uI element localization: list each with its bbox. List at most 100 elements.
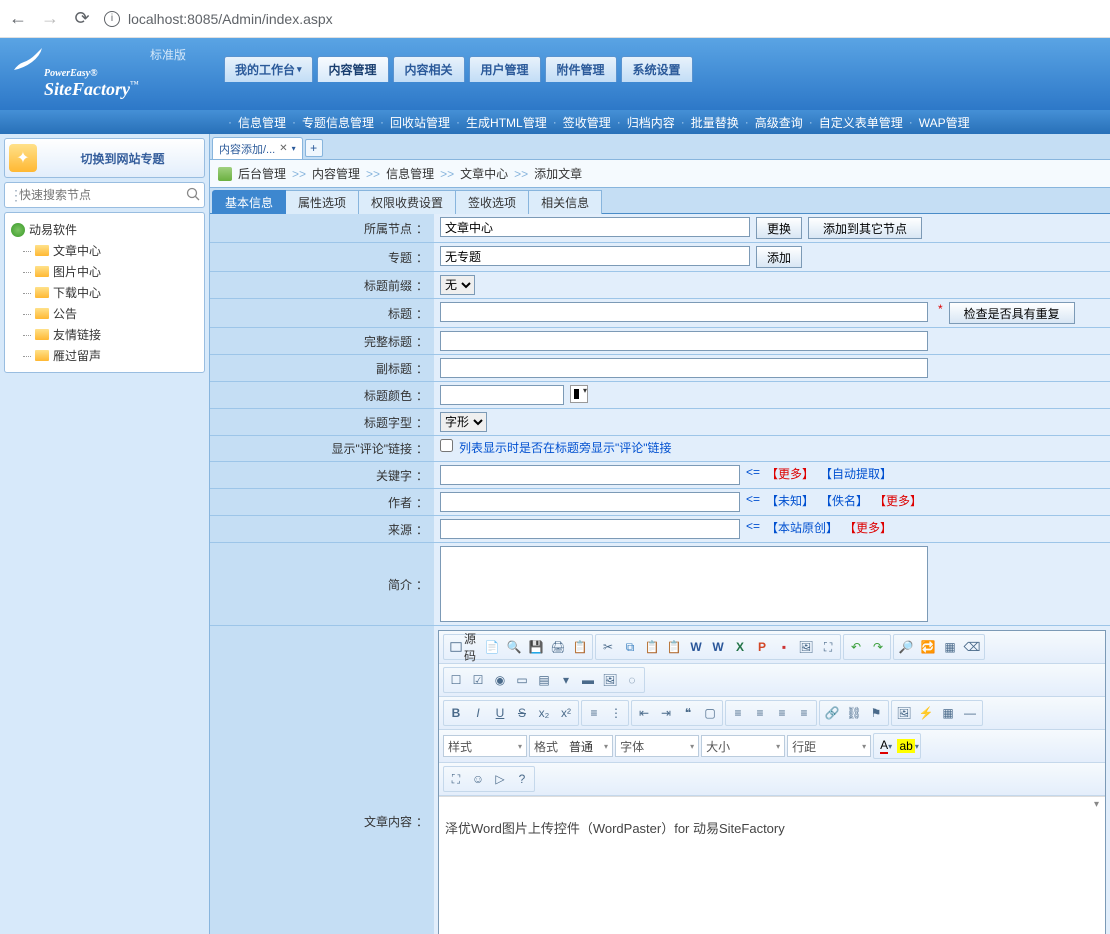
tree-item-download[interactable]: 下载中心	[19, 282, 198, 303]
editor-text-color-icon[interactable]: A▾	[875, 735, 897, 757]
subnav-info-manage[interactable]: 信息管理	[238, 114, 286, 131]
editor-lineheight-select[interactable]: 行距▾	[787, 735, 871, 757]
editor-paste-text-icon[interactable]: 📋	[663, 636, 685, 658]
subnav-special-manage[interactable]: 专题信息管理	[302, 114, 374, 131]
editor-about-icon[interactable]: ?	[511, 768, 533, 790]
title-prefix-select[interactable]: 无	[440, 275, 475, 295]
editor-expand-handle[interactable]: ▾	[439, 796, 1105, 812]
editor-form-icon[interactable]: ☐	[445, 669, 467, 691]
tree-item-image[interactable]: 图片中心	[19, 261, 198, 282]
sub-title-input[interactable]	[440, 358, 928, 378]
tab-content-manage[interactable]: 内容管理	[317, 56, 389, 82]
show-comment-checkbox[interactable]	[440, 439, 453, 452]
subnav-custom-form[interactable]: 自定义表单管理	[819, 114, 903, 131]
editor-align-justify-icon[interactable]: ≡	[793, 702, 815, 724]
editor-copy-icon[interactable]: ⧉	[619, 636, 641, 658]
editor-underline-icon[interactable]: U	[489, 702, 511, 724]
editor-ppt-icon[interactable]: P	[751, 636, 773, 658]
editor-clear-icon[interactable]: ⌫	[961, 636, 983, 658]
editor-align-right-icon[interactable]: ≡	[771, 702, 793, 724]
subnav-html-gen[interactable]: 生成HTML管理	[466, 114, 547, 131]
editor-checkbox-icon[interactable]: ☑	[467, 669, 489, 691]
forward-button[interactable]: →	[40, 9, 60, 29]
reload-button[interactable]: ⟳	[72, 9, 92, 29]
editor-word-icon[interactable]: W	[707, 636, 729, 658]
editor-media-icon[interactable]: ▷	[489, 768, 511, 790]
node-input[interactable]	[440, 217, 750, 237]
editor-imagebtn-icon[interactable]: 🖼	[599, 669, 621, 691]
editor-font-select[interactable]: 字体▾	[615, 735, 699, 757]
editor-preview-icon[interactable]: 🔍	[503, 636, 525, 658]
editor-ul-icon[interactable]: ⋮	[605, 702, 627, 724]
bc-item[interactable]: 信息管理	[386, 165, 434, 182]
editor-save-icon[interactable]: 💾	[525, 636, 547, 658]
author-anon-link[interactable]: 【佚名】	[820, 492, 868, 509]
author-more-link[interactable]: 【更多】	[874, 492, 922, 509]
editor-size-select[interactable]: 大小▾	[701, 735, 785, 757]
add-to-other-node-button[interactable]: 添加到其它节点	[808, 217, 922, 239]
color-picker-button[interactable]: ▾	[570, 385, 588, 403]
address-bar[interactable]: i localhost:8085/Admin/index.aspx	[104, 11, 1102, 27]
editor-button-icon[interactable]: ▬	[577, 669, 599, 691]
subnav-archive[interactable]: 归档内容	[627, 114, 675, 131]
editor-format-select[interactable]: 格式普通▾	[529, 735, 613, 757]
editor-source-button[interactable]: 源码	[445, 636, 481, 658]
back-button[interactable]: ←	[8, 9, 28, 29]
add-tab-button[interactable]: +	[305, 139, 323, 157]
editor-paste-word-icon[interactable]: W	[685, 636, 707, 658]
editor-bold-icon[interactable]: B	[445, 702, 467, 724]
bc-item[interactable]: 内容管理	[312, 165, 360, 182]
editor-link-icon[interactable]: 🔗	[821, 702, 843, 724]
editor-strike-icon[interactable]: S	[511, 702, 533, 724]
close-tab-icon[interactable]: ✕	[279, 143, 287, 154]
tree-item-article[interactable]: 文章中心	[19, 240, 198, 261]
form-tab-basic[interactable]: 基本信息	[212, 190, 286, 214]
source-more-link[interactable]: 【更多】	[844, 519, 892, 536]
editor-anchor-icon[interactable]: ⚑	[865, 702, 887, 724]
tab-user-manage[interactable]: 用户管理	[469, 56, 541, 82]
editor-cut-icon[interactable]: ✂	[597, 636, 619, 658]
bc-item[interactable]: 文章中心	[460, 165, 508, 182]
editor-image-icon[interactable]: 🖼	[893, 702, 915, 724]
full-title-input[interactable]	[440, 331, 928, 351]
subnav-wap[interactable]: WAP管理	[919, 114, 970, 131]
tab-workspace[interactable]: 我的工作台▾	[224, 56, 313, 82]
check-duplicate-button[interactable]: 检查是否具有重复	[949, 302, 1075, 324]
tree-item-links[interactable]: 友情链接	[19, 324, 198, 345]
editor-radio-icon[interactable]: ◉	[489, 669, 511, 691]
tab-content-related[interactable]: 内容相关	[393, 56, 465, 82]
tree-item-guestbook[interactable]: 雁过留声	[19, 345, 198, 366]
editor-indent-icon[interactable]: ⇥	[655, 702, 677, 724]
editor-net-image-icon[interactable]: 🖼	[795, 636, 817, 658]
tab-dropdown-icon[interactable]: ▾	[292, 144, 296, 153]
form-tab-attr[interactable]: 属性选项	[286, 190, 359, 214]
author-unknown-link[interactable]: 【未知】	[766, 492, 814, 509]
editor-textfield-icon[interactable]: ▭	[511, 669, 533, 691]
editor-italic-icon[interactable]: I	[467, 702, 489, 724]
site-info-icon[interactable]: i	[104, 11, 120, 27]
editor-flash-icon[interactable]: ⚡	[915, 702, 937, 724]
editor-table-icon[interactable]: ▦	[937, 702, 959, 724]
editor-hr-icon[interactable]: ―	[959, 702, 981, 724]
keyword-auto-link[interactable]: 【自动提取】	[820, 465, 892, 482]
editor-bg-color-icon[interactable]: ab▾	[897, 735, 919, 757]
editor-textarea-icon[interactable]: ▤	[533, 669, 555, 691]
editor-subscript-icon[interactable]: x₂	[533, 702, 555, 724]
keyword-more-link[interactable]: 【更多】	[766, 465, 814, 482]
intro-textarea[interactable]	[440, 546, 928, 622]
title-font-select[interactable]: 字形	[440, 412, 487, 432]
editor-outdent-icon[interactable]: ⇤	[633, 702, 655, 724]
tree-root[interactable]: 动易软件	[11, 219, 198, 240]
form-tab-perm[interactable]: 权限收费设置	[359, 190, 456, 214]
doc-tab-add-content[interactable]: 内容添加/... ✕ ▾	[212, 137, 303, 159]
editor-print-icon[interactable]: 🖨	[547, 636, 569, 658]
editor-paste-icon[interactable]: 📋	[641, 636, 663, 658]
editor-style-select[interactable]: 样式▾	[443, 735, 527, 757]
subnav-advanced-query[interactable]: 高级查询	[755, 114, 803, 131]
switch-link[interactable]: 切换到网站专题	[45, 150, 200, 167]
editor-align-left-icon[interactable]: ≡	[727, 702, 749, 724]
title-color-input[interactable]	[440, 385, 564, 405]
editor-div-icon[interactable]: ▢	[699, 702, 721, 724]
editor-blockquote-icon[interactable]: ❝	[677, 702, 699, 724]
editor-content-area[interactable]: 泽优Word图片上传控件（WordPaster）for 动易SiteFactor…	[439, 812, 1105, 934]
